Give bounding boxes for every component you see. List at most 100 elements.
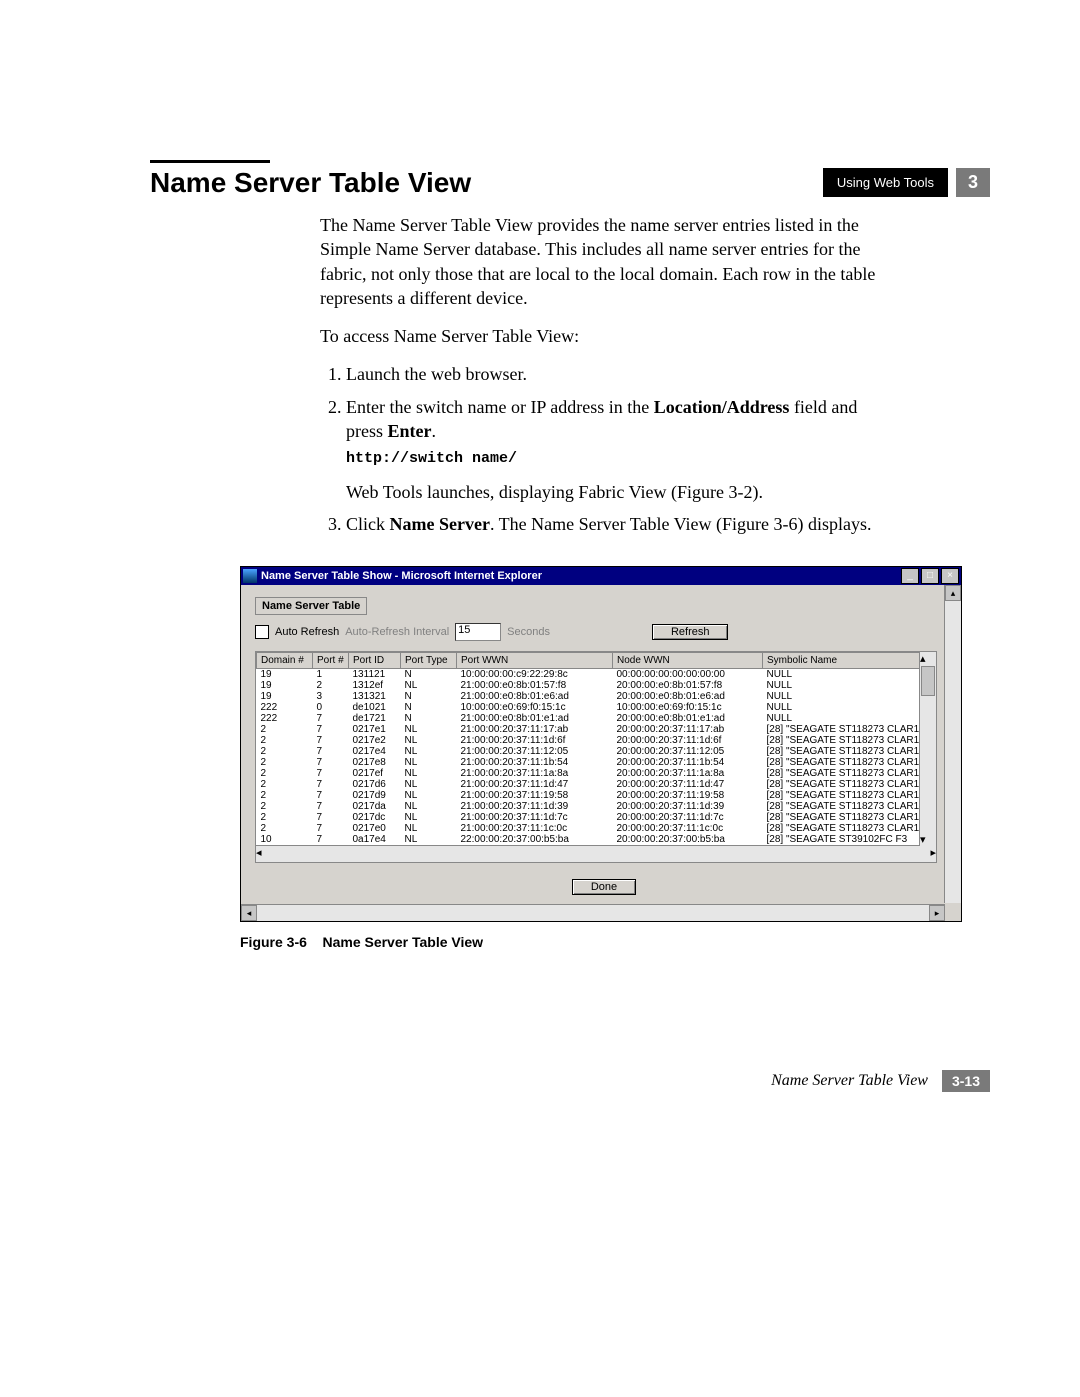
maximize-button[interactable]: □ — [921, 568, 939, 584]
cell: NL — [401, 801, 457, 812]
cell: NL — [401, 823, 457, 834]
table-row[interactable]: 270217dcNL21:00:00:20:37:11:1d:7c20:00:0… — [257, 812, 936, 823]
cell: 0217e0 — [349, 823, 401, 834]
table-row[interactable]: 191131121N10:00:00:00:c9:22:29:8c00:00:0… — [257, 669, 936, 681]
auto-refresh-checkbox[interactable] — [255, 625, 269, 639]
ie-icon — [243, 569, 257, 583]
footer-page: 3-13 — [942, 1070, 990, 1092]
table-row[interactable]: 270217e2NL21:00:00:20:37:11:1d:6f20:00:0… — [257, 735, 936, 746]
outer-scroll-up-icon[interactable]: ▴ — [945, 585, 961, 601]
seconds-label: Seconds — [507, 626, 550, 638]
cell: [28] "SEAGATE ST118273 CLAR18 — [763, 735, 936, 746]
table-row[interactable]: 270217e1NL21:00:00:20:37:11:17:ab20:00:0… — [257, 724, 936, 735]
close-button[interactable]: × — [941, 568, 959, 584]
outer-vertical-scrollbar[interactable]: ▴ — [944, 585, 961, 903]
cell: 22:00:00:20:37:00:b5:ba — [457, 834, 613, 845]
cell: 10:00:00:e0:69:f0:15:1c — [613, 702, 763, 713]
cell: N — [401, 691, 457, 702]
minimize-button[interactable]: _ — [901, 568, 919, 584]
cell: 21:00:00:20:37:11:12:05 — [457, 746, 613, 757]
auto-refresh-label: Auto Refresh — [275, 626, 339, 638]
col-port[interactable]: Port # — [313, 653, 349, 669]
cell: [28] "SEAGATE ST118273 CLAR18 — [763, 757, 936, 768]
cell: [28] "SEAGATE ST118273 CLAR18 — [763, 768, 936, 779]
cell: 21:00:00:e0:8b:01:57:f8 — [457, 680, 613, 691]
cell: NL — [401, 680, 457, 691]
table-row[interactable]: 1921312efNL21:00:00:e0:8b:01:57:f820:00:… — [257, 680, 936, 691]
window-titlebar[interactable]: Name Server Table Show - Microsoft Inter… — [241, 567, 961, 585]
col-domain[interactable]: Domain # — [257, 653, 313, 669]
step-3-text-b: . The Name Server Table View (Figure 3-6… — [490, 514, 872, 534]
cell: 21:00:00:e0:8b:01:e1:ad — [457, 713, 613, 724]
url-example: http://switch name/ — [346, 449, 880, 469]
cell: 21:00:00:20:37:11:1d:47 — [457, 779, 613, 790]
col-sym[interactable]: Symbolic Name — [763, 653, 936, 669]
footer-section: Name Server Table View — [771, 1072, 928, 1090]
scroll-up-icon[interactable]: ▴ — [920, 652, 936, 665]
table-row[interactable]: 193131321N21:00:00:e0:8b:01:e6:ad20:00:0… — [257, 691, 936, 702]
outer-scroll-left-icon[interactable]: ◂ — [241, 905, 257, 921]
cell: NULL — [763, 669, 936, 681]
cell: 7 — [313, 834, 349, 845]
figure-label: Figure 3-6 — [240, 934, 307, 950]
step-1: Launch the web browser. — [346, 362, 880, 386]
table-row[interactable]: 270217e0NL21:00:00:20:37:11:1c:0c20:00:0… — [257, 823, 936, 834]
cell: NL — [401, 768, 457, 779]
cell: 10:00:00:00:c9:22:29:8c — [457, 669, 613, 681]
cell: 7 — [313, 768, 349, 779]
cell: N — [401, 669, 457, 681]
table-row[interactable]: 2220de1021N10:00:00:e0:69:f0:15:1c10:00:… — [257, 702, 936, 713]
step-3-bold: Name Server — [390, 514, 490, 534]
cell: 7 — [313, 779, 349, 790]
cell: N — [401, 713, 457, 724]
cell: 20:00:00:e0:8b:01:e6:ad — [613, 691, 763, 702]
running-header: Using Web Tools — [823, 168, 948, 197]
table-row[interactable]: 270217e4NL21:00:00:20:37:11:12:0520:00:0… — [257, 746, 936, 757]
interval-input[interactable]: 15 — [455, 623, 501, 641]
cell: 1312ef — [349, 680, 401, 691]
table-row[interactable]: 270217efNL21:00:00:20:37:11:1a:8a20:00:0… — [257, 768, 936, 779]
cell: 20:00:00:20:37:11:1b:54 — [613, 757, 763, 768]
cell: 2 — [257, 757, 313, 768]
scroll-down-icon[interactable]: ▾ — [920, 833, 936, 846]
done-button[interactable]: Done — [572, 879, 636, 895]
table-row[interactable]: 270217d6NL21:00:00:20:37:11:1d:4720:00:0… — [257, 779, 936, 790]
cell: 2 — [257, 724, 313, 735]
cell: 20:00:00:e0:8b:01:e1:ad — [613, 713, 763, 724]
cell: 19 — [257, 669, 313, 681]
window-title: Name Server Table Show - Microsoft Inter… — [261, 570, 899, 582]
outer-scroll-right-icon[interactable]: ▸ — [929, 905, 945, 921]
table-horizontal-scrollbar[interactable]: ◂ ▸ — [256, 845, 936, 862]
col-nwwn[interactable]: Node WWN — [613, 653, 763, 669]
cell: 21:00:00:20:37:11:1d:6f — [457, 735, 613, 746]
cell: 2 — [257, 779, 313, 790]
table-row[interactable]: 270217e8NL21:00:00:20:37:11:1b:5420:00:0… — [257, 757, 936, 768]
cell: [28] "SEAGATE ST118273 CLAR18 — [763, 746, 936, 757]
cell: 0217e8 — [349, 757, 401, 768]
cell: 222 — [257, 713, 313, 724]
cell: 0 — [313, 702, 349, 713]
step-2-bold-1: Location/Address — [654, 397, 790, 417]
scroll-thumb[interactable] — [921, 666, 935, 696]
refresh-button[interactable]: Refresh — [652, 624, 729, 640]
cell: 0217e2 — [349, 735, 401, 746]
table-row[interactable]: 270217d9NL21:00:00:20:37:11:19:5820:00:0… — [257, 790, 936, 801]
cell: 2 — [257, 823, 313, 834]
table-row[interactable]: 2227de1721N21:00:00:e0:8b:01:e1:ad20:00:… — [257, 713, 936, 724]
cell: NL — [401, 757, 457, 768]
section-rule — [150, 160, 270, 163]
col-ptype[interactable]: Port Type — [401, 653, 457, 669]
col-pwwn[interactable]: Port WWN — [457, 653, 613, 669]
cell: 10 — [257, 834, 313, 845]
col-pid[interactable]: Port ID — [349, 653, 401, 669]
table-row[interactable]: 270217daNL21:00:00:20:37:11:1d:3920:00:0… — [257, 801, 936, 812]
table-vertical-scrollbar[interactable]: ▴ ▾ — [919, 652, 936, 846]
step-2-bold-2: Enter — [388, 421, 432, 441]
cell: [28] "SEAGATE ST118273 CLAR18 — [763, 724, 936, 735]
cell: 21:00:00:20:37:11:1d:7c — [457, 812, 613, 823]
scroll-right-icon[interactable]: ▸ — [930, 846, 936, 862]
table-row[interactable]: 1070a17e4NL22:00:00:20:37:00:b5:ba20:00:… — [257, 834, 936, 845]
scroll-left-icon[interactable]: ◂ — [256, 846, 262, 862]
outer-horizontal-scrollbar[interactable]: ◂ ▸ — [241, 904, 945, 921]
cell: NL — [401, 746, 457, 757]
